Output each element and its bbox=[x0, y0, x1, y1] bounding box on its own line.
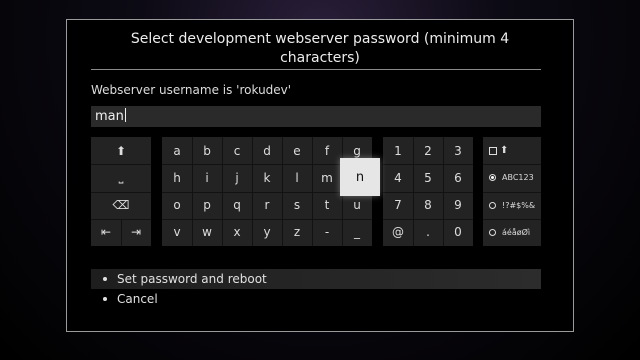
key-9[interactable]: 9 bbox=[443, 192, 473, 219]
key-q[interactable]: q bbox=[222, 192, 252, 219]
key-c[interactable]: c bbox=[222, 137, 252, 164]
key-l[interactable]: l bbox=[282, 164, 312, 191]
mode-option-1[interactable]: !?#$%& bbox=[489, 192, 535, 219]
key-h[interactable]: h bbox=[162, 164, 192, 191]
caps-lock-toggle[interactable]: ⬆ bbox=[489, 137, 508, 164]
letter-keys-panel: a b c d e f g h i j k l m n o p q r s t u v w x y z - _ bbox=[162, 137, 380, 246]
radio-icon bbox=[489, 174, 496, 182]
shift-up-arrow-icon: ⬆ bbox=[115, 143, 127, 158]
key-z[interactable]: z bbox=[282, 219, 312, 246]
password-dialog: Select development webserver password (m… bbox=[66, 19, 574, 332]
key-f[interactable]: f bbox=[312, 137, 342, 164]
cursor-right-key[interactable]: ⇥ bbox=[121, 219, 151, 246]
username-hint: Webserver username is 'rokudev' bbox=[91, 83, 292, 97]
key-@[interactable]: @ bbox=[383, 219, 413, 246]
key-o[interactable]: o bbox=[162, 192, 192, 219]
key-s[interactable]: s bbox=[282, 192, 312, 219]
key-_[interactable]: _ bbox=[342, 219, 372, 246]
bullet-icon bbox=[103, 277, 107, 281]
backspace-key[interactable]: ⌫ bbox=[91, 192, 151, 219]
mode-label: !?#$%& bbox=[502, 200, 536, 210]
cursor-left-key[interactable]: ⇤ bbox=[91, 219, 121, 246]
menu-item-label: Cancel bbox=[117, 292, 158, 306]
key-b[interactable]: b bbox=[192, 137, 222, 164]
bullet-icon bbox=[103, 297, 107, 301]
key-5[interactable]: 5 bbox=[413, 164, 443, 191]
mode-label: áéåøØì bbox=[502, 227, 531, 237]
key-7[interactable]: 7 bbox=[383, 192, 413, 219]
space-bar-icon: ⎵ bbox=[118, 170, 124, 185]
cancel-option[interactable]: Cancel bbox=[91, 289, 541, 309]
password-input[interactable]: man bbox=[91, 106, 541, 127]
key-k[interactable]: k bbox=[252, 164, 282, 191]
key-6[interactable]: 6 bbox=[443, 164, 473, 191]
title-line-1: Select development webserver password (m… bbox=[130, 31, 510, 47]
mode-label: ABC123 bbox=[502, 173, 534, 183]
key-.[interactable]: . bbox=[413, 219, 443, 246]
key-w[interactable]: w bbox=[192, 219, 222, 246]
set-password-and-reboot-option[interactable]: Set password and reboot bbox=[91, 269, 541, 289]
title-divider bbox=[91, 69, 541, 70]
key-3[interactable]: 3 bbox=[443, 137, 473, 164]
cursor-right-icon: ⇥ bbox=[130, 225, 142, 240]
key-i[interactable]: i bbox=[192, 164, 222, 191]
key-j[interactable]: j bbox=[222, 164, 252, 191]
title-line-2: characters) bbox=[280, 50, 360, 66]
key-m[interactable]: m bbox=[312, 164, 342, 191]
mode-option-0[interactable]: ABC123 bbox=[489, 164, 534, 191]
keyboard-mode-panel: ⬆ ABC123 !?#$%& áéåøØì bbox=[483, 137, 541, 246]
key-r[interactable]: r bbox=[252, 192, 282, 219]
radio-icon bbox=[489, 201, 496, 209]
key-4[interactable]: 4 bbox=[383, 164, 413, 191]
key-n[interactable]: n bbox=[340, 158, 380, 197]
number-keys-panel: 1 2 3 4 5 6 7 8 9 @. 0 bbox=[383, 137, 473, 246]
mode-option-2[interactable]: áéåøØì bbox=[489, 219, 530, 246]
menu-item-label: Set password and reboot bbox=[117, 272, 267, 286]
control-keys-panel: ⬆ ⎵ ⌫ ⇤ ⇥ bbox=[91, 137, 151, 246]
key-0[interactable]: 0 bbox=[443, 219, 473, 246]
password-value: man bbox=[95, 109, 124, 124]
key-v[interactable]: v bbox=[162, 219, 192, 246]
space-key[interactable]: ⎵ bbox=[91, 164, 151, 191]
checkbox-icon bbox=[489, 146, 497, 155]
text-cursor bbox=[124, 108, 126, 122]
cursor-left-icon: ⇤ bbox=[100, 225, 112, 240]
key-y[interactable]: y bbox=[252, 219, 282, 246]
key-t[interactable]: t bbox=[312, 192, 342, 219]
key-a[interactable]: a bbox=[162, 137, 192, 164]
key-x[interactable]: x bbox=[222, 219, 252, 246]
key-2[interactable]: 2 bbox=[413, 137, 443, 164]
backspace-icon: ⌫ bbox=[112, 198, 130, 213]
key-1[interactable]: 1 bbox=[383, 137, 413, 164]
dialog-title: Select development webserver password (m… bbox=[67, 30, 573, 68]
key-d[interactable]: d bbox=[252, 137, 282, 164]
radio-icon bbox=[489, 228, 496, 236]
shift-up-arrow-icon: ⬆ bbox=[500, 145, 509, 157]
key-e[interactable]: e bbox=[282, 137, 312, 164]
key-8[interactable]: 8 bbox=[413, 192, 443, 219]
shift-key[interactable]: ⬆ bbox=[91, 137, 151, 164]
key--[interactable]: - bbox=[312, 219, 342, 246]
key-p[interactable]: p bbox=[192, 192, 222, 219]
